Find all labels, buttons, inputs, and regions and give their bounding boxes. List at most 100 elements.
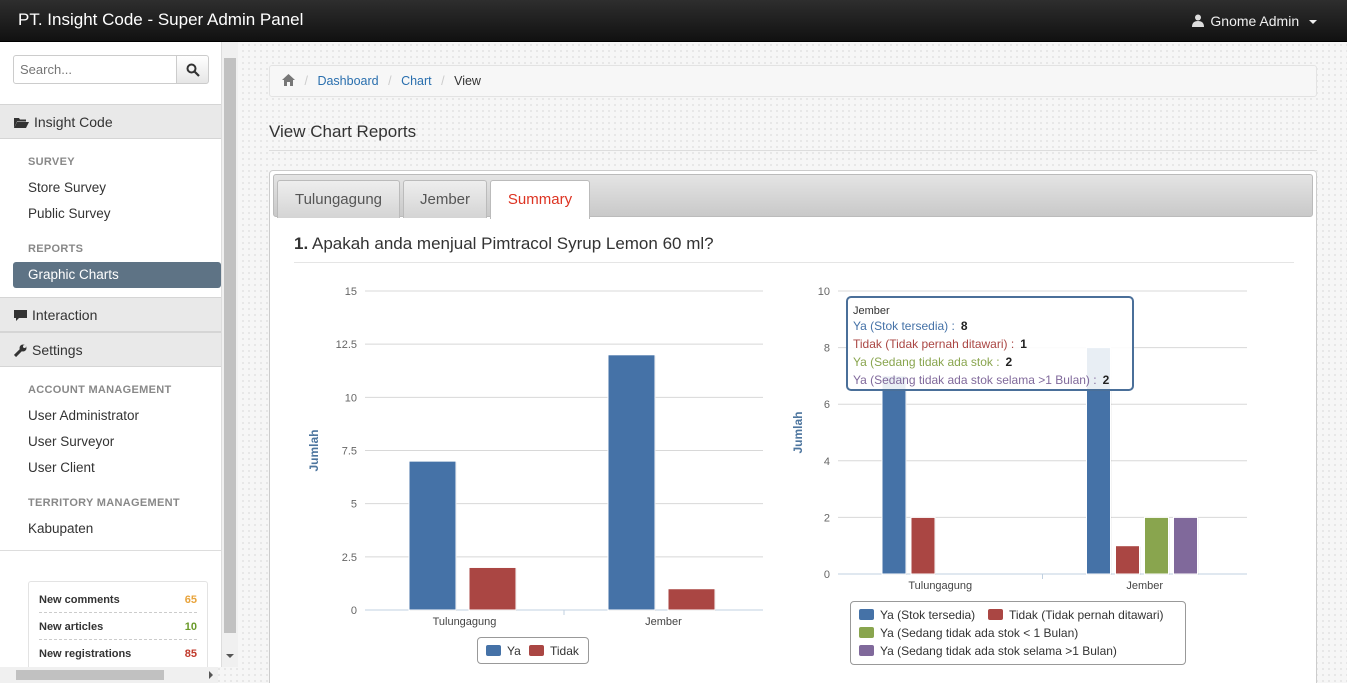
nav-user-surveyor[interactable]: User Surveyor [28,434,114,449]
legend-item-tidak[interactable]: Tidak [529,644,579,658]
section-insight-code[interactable]: Insight Code [0,104,221,139]
question-text: Apakah anda menjual Pimtracol Syrup Lemo… [311,234,714,253]
y-axis-label: Jumlah [307,429,321,471]
y-tick-label: 12.5 [336,339,357,351]
user-icon [1191,14,1204,27]
stat-value: 65 [184,594,197,606]
y-tick-label: 0 [351,605,357,617]
nav-user-administrator[interactable]: User Administrator [28,408,139,423]
sidebar-vertical-scrollbar[interactable] [222,42,238,667]
legend-swatch [859,609,874,620]
y-tick-label: 8 [824,343,830,355]
app-title[interactable]: PT. Insight Code - Super Admin Panel [18,10,303,30]
legend-item-tidak-ada-stok[interactable]: Ya (Sedang tidak ada stok < 1 Bulan) [859,626,1078,640]
nav-kabupaten[interactable]: Kabupaten [28,521,93,536]
breadcrumb-chart[interactable]: Chart [401,74,432,88]
stat-label: New articles [39,621,104,633]
legend-swatch [859,627,874,638]
legend-item-stok-tersedia[interactable]: Ya (Stok tersedia) [859,608,975,622]
user-name: Gnome Admin [1210,13,1300,29]
bar [408,460,457,611]
breadcrumb-dashboard[interactable]: Dashboard [317,74,378,88]
breadcrumb: / Dashboard / Chart / View [269,65,1317,97]
stat-label: New comments [39,594,120,606]
divider [269,150,1317,151]
legend-swatch [988,609,1003,620]
divider [0,550,221,551]
tooltip-label: Ya (Sedang tidak ada stok selama >1 Bula… [853,373,1097,387]
stat-row[interactable]: New registrations 85 [39,640,197,667]
search-form [13,55,209,85]
wrench-icon [13,344,27,358]
tooltip-label: Tidak (Tidak pernah ditawari) : [853,337,1015,351]
legend-item-tidak-ditawari[interactable]: Tidak (Tidak pernah ditawari) [988,608,1164,622]
stat-label: New registrations [39,648,132,660]
y-tick-label: 7.5 [342,446,357,458]
tab-tulungagung[interactable]: Tulungagung [277,180,400,218]
x-tick-label: Jember [1126,580,1163,592]
bar-chart-summary: 0 2.5 5 7.5 10 12.5 15 Jumlah Tulungagung Jember [307,286,763,628]
stat-value: 85 [184,648,197,660]
stats-box: New comments 65 New articles 10 New regi… [28,581,208,667]
chart-tooltip: Jember Ya (Stok tersedia) : 8 Tidak (Tida… [846,296,1134,391]
tooltip-row: Tidak (Tidak pernah ditawari) : 1 [853,337,1027,351]
section-interaction[interactable]: Interaction [0,297,221,332]
search-button[interactable] [176,55,209,84]
bar [468,566,517,611]
top-navbar: PT. Insight Code - Super Admin Panel Gno… [0,0,1347,42]
section-label: Insight Code [34,114,113,130]
y-tick-label: 10 [818,286,830,298]
scrollbar-thumb[interactable] [224,58,236,633]
x-tick-label: Tulungagung [908,580,972,592]
chart-legend: Ya Tidak [477,637,589,664]
x-tick-label: Jember [645,616,682,628]
legend-label: Tidak [550,644,579,658]
group-label-survey: SURVEY [28,156,75,168]
y-axis-label: Jumlah [791,411,805,453]
bar [1144,516,1169,575]
scrollbar-thumb[interactable] [16,670,164,680]
legend-label: Ya [507,644,521,658]
question-title: 1. Apakah anda menjual Pimtracol Syrup L… [294,234,714,254]
tooltip-value: 1 [1020,337,1027,351]
legend-label: Tidak (Tidak pernah ditawari) [1009,608,1164,622]
tab-jember[interactable]: Jember [403,180,487,218]
nav-store-survey[interactable]: Store Survey [28,180,106,195]
stat-row[interactable]: New articles 10 [39,613,197,640]
y-tick-label: 10 [345,392,357,404]
legend-swatch [859,645,874,656]
tooltip-title: Jember [853,305,890,317]
bar [1115,545,1140,575]
y-tick-label: 0 [824,569,830,581]
home-icon[interactable] [282,74,295,86]
scroll-down-icon[interactable] [222,650,238,662]
legend-swatch [529,645,544,656]
tab-bar: Tulungagung Jember Summary [273,174,1313,219]
question-number: 1. [294,234,309,253]
group-label-reports: REPORTS [28,243,84,255]
nav-user-client[interactable]: User Client [28,460,95,475]
sidebar-horizontal-scrollbar[interactable] [0,667,218,683]
chart-legend: Ya (Stok tersedia) Tidak (Tidak pernah d… [850,601,1186,665]
section-settings[interactable]: Settings [0,332,221,367]
tab-summary[interactable]: Summary [490,180,590,219]
chevron-down-icon [1309,20,1317,25]
y-tick-label: 4 [824,456,830,468]
x-tick-label: Tulungagung [433,616,497,628]
nav-graphic-charts[interactable]: Graphic Charts [13,262,221,288]
group-label-territory: TERRITORY MANAGEMENT [28,497,180,509]
legend-item-tidak-ada-stok-lama[interactable]: Ya (Sedang tidak ada stok selama >1 Bula… [859,644,1117,658]
group-label-account: ACCOUNT MANAGEMENT [28,384,172,396]
scroll-right-icon[interactable] [205,667,217,683]
folder-open-icon [14,118,29,128]
stat-row[interactable]: New comments 65 [39,586,197,613]
search-input[interactable] [13,55,177,84]
y-tick-label: 15 [345,286,357,298]
bar [1173,516,1198,575]
bar [910,516,936,575]
legend-item-ya[interactable]: Ya [486,644,521,658]
user-menu[interactable]: Gnome Admin [1191,13,1317,29]
nav-public-survey[interactable]: Public Survey [28,206,111,221]
stat-value: 10 [184,621,197,633]
legend-swatch [486,645,501,656]
